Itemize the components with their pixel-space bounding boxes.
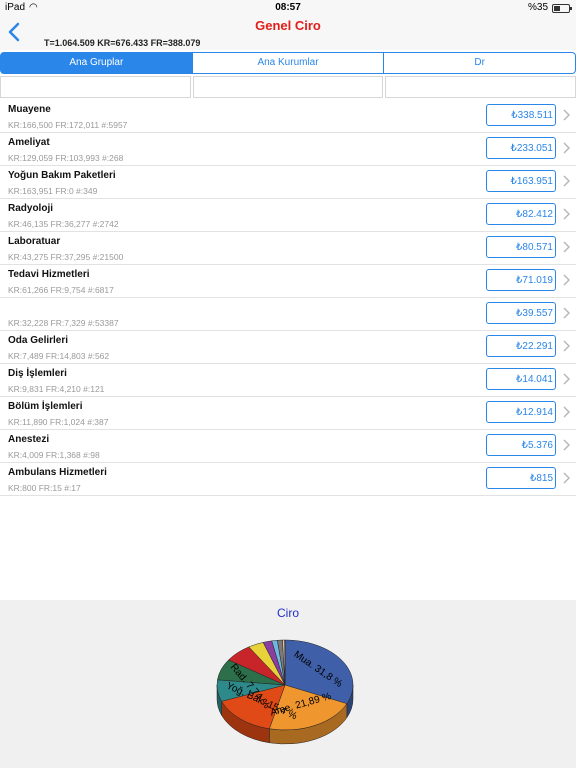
chevron-right-icon [563, 175, 570, 187]
chart-title: Ciro [276, 606, 299, 620]
item-detail: KR:166,500 FR:172,011 #:5957 [8, 120, 128, 130]
battery-percent: %35 [527, 2, 548, 13]
clock: 08:57 [275, 2, 301, 13]
item-detail: KR:46,135 FR:36,277 #:2742 [8, 219, 119, 229]
chevron-right-icon [563, 109, 570, 121]
item-title: Ameliyat [8, 137, 50, 148]
item-title: Ambulans Hizmetleri [8, 467, 107, 478]
item-title: Bölüm İşlemleri [8, 401, 83, 412]
item-title: Laboratuar [8, 236, 61, 247]
list-item[interactable]: Laboratuar KR:43,275 FR:37,295 #:21500 ₺80… [0, 232, 576, 265]
item-value-button[interactable]: ₺233.051 [486, 137, 556, 159]
status-bar: iPad ◠ 08:57 %35 [0, 0, 576, 16]
item-title: Oda Gelirleri [8, 335, 69, 346]
item-title: Tedavi Hizmetleri [8, 269, 90, 280]
item-value-button[interactable]: ₺163.951 [486, 170, 556, 192]
list-item[interactable]: Ameliyat KR:129,059 FR:103,993 #:268 ₺233.… [0, 133, 576, 166]
chevron-right-icon [563, 373, 570, 385]
chevron-right-icon [563, 406, 570, 418]
list-item[interactable]: Tedavi Hizmetleri KR:61,266 FR:9,754 #:68… [0, 265, 576, 298]
page-title: Genel Ciro [255, 18, 321, 33]
list-item[interactable]: Ambulans Hizmetleri KR:800 FR:15 #:17 ₺815 [0, 463, 576, 496]
list-item[interactable]: Muayene KR:166,500 FR:172,011 #:5957 ₺338.… [0, 100, 576, 133]
item-title: Anestezi [8, 434, 50, 445]
chevron-right-icon [563, 439, 570, 451]
list-item[interactable]: Oda Gelirleri KR:7,489 FR:14,803 #:562 ₺22… [0, 331, 576, 364]
filter-field-1[interactable] [0, 76, 191, 98]
chevron-right-icon [563, 241, 570, 253]
item-value-button[interactable]: ₺815 [486, 467, 556, 489]
filter-field-3[interactable] [385, 76, 576, 98]
tab-ana-gruplar[interactable]: Ana Gruplar [0, 52, 193, 74]
chevron-right-icon [563, 142, 570, 154]
item-detail: KR:32,228 FR:7,329 #:53387 [8, 318, 119, 328]
chevron-right-icon [563, 307, 570, 319]
filter-bar [0, 76, 576, 98]
chevron-right-icon [563, 274, 570, 286]
list-item[interactable]: Anestezi KR:4,009 FR:1,368 #:98 ₺5.376 [0, 430, 576, 463]
item-value-button[interactable]: ₺80.571 [486, 236, 556, 258]
item-title: Radyoloji [8, 203, 54, 214]
item-value-button[interactable]: ₺22.291 [486, 335, 556, 357]
chart-panel: Ciro Mua. 31,8 % Ame. 21,89 % Yoğ. Bak. 15… [0, 600, 576, 768]
list-item[interactable]: Diş İşlemleri KR:9,831 FR:4,210 #:121 ₺14.… [0, 364, 576, 397]
item-detail: KR:61,266 FR:9,754 #:6817 [8, 285, 114, 295]
totals-summary: T=1.064.509 KR=676.433 FR=388.079 [44, 38, 201, 48]
item-value-button[interactable]: ₺12.914 [486, 401, 556, 423]
item-detail: KR:9,831 FR:4,210 #:121 [8, 384, 105, 394]
item-title: Yoğun Bakım Paketleri [8, 170, 116, 181]
item-detail: KR:800 FR:15 #:17 [8, 483, 81, 493]
item-detail: KR:129,059 FR:103,993 #:268 [8, 153, 124, 163]
pie-chart: Mua. 31,8 %Ame. 21,89 %Yoğ. Bak. 15,4 %R… [216, 639, 354, 745]
chevron-right-icon [563, 472, 570, 484]
list-item[interactable]: Radyoloji KR:46,135 FR:36,277 #:2742 ₺82.4… [0, 199, 576, 232]
navigation-bar: Genel Ciro T=1.064.509 KR=676.433 FR=388… [0, 16, 576, 50]
tab-ana-kurumlar[interactable]: Ana Kurumlar [192, 52, 385, 74]
filter-field-2[interactable] [192, 76, 384, 98]
item-detail: KR:43,275 FR:37,295 #:21500 [8, 252, 124, 262]
list-item[interactable]: Bölüm İşlemleri KR:11,890 FR:1,024 #:387 ₺… [0, 397, 576, 430]
chevron-right-icon [563, 208, 570, 220]
battery-icon [552, 4, 572, 13]
item-value-button[interactable]: ₺338.511 [486, 104, 556, 126]
item-detail: KR:4,009 FR:1,368 #:98 [8, 450, 100, 460]
item-value-button[interactable]: ₺82.412 [486, 203, 556, 225]
item-title: Diş İşlemleri [8, 368, 67, 379]
list-item[interactable]: KR:32,228 FR:7,329 #:53387 ₺39.557 [0, 298, 576, 331]
tab-dr[interactable]: Dr [384, 52, 576, 74]
revenue-list: Muayene KR:166,500 FR:172,011 #:5957 ₺338.… [0, 100, 576, 496]
item-title: Muayene [8, 104, 51, 115]
item-value-button[interactable]: ₺39.557 [486, 302, 556, 324]
list-item[interactable]: Yoğun Bakım Paketleri KR:163,951 FR:0 #:3… [0, 166, 576, 199]
segmented-control: Ana Gruplar Ana Kurumlar Dr [0, 52, 576, 74]
item-detail: KR:163,951 FR:0 #:349 [8, 186, 98, 196]
item-value-button[interactable]: ₺5.376 [486, 434, 556, 456]
item-value-button[interactable]: ₺71.019 [486, 269, 556, 291]
item-detail: KR:11,890 FR:1,024 #:387 [8, 417, 109, 427]
chevron-right-icon [563, 340, 570, 352]
item-detail: KR:7,489 FR:14,803 #:562 [8, 351, 110, 361]
item-value-button[interactable]: ₺14.041 [486, 368, 556, 390]
